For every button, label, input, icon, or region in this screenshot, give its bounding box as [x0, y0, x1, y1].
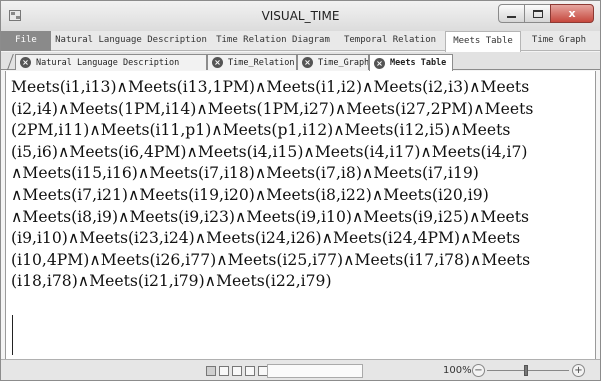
doc-tab-time-graph[interactable]: × Time_Graph — [297, 54, 369, 70]
status-bar: 100% − + — [1, 359, 600, 380]
doc-tab-label: Meets Table — [390, 58, 447, 68]
meets-relations-text[interactable]: Meets(i1,i13)∧Meets(i13,1PM)∧Meets(i1,i2… — [11, 77, 591, 293]
zoom-level[interactable]: 100% — [443, 365, 472, 376]
tab-time-relation-diagram[interactable]: Time Relation Diagram — [211, 31, 335, 51]
doc-tab-label: Time_Relation — [228, 57, 295, 68]
tab-natural-language-description[interactable]: Natural Language Description — [51, 31, 211, 51]
zoom-in-button[interactable]: + — [572, 364, 585, 377]
outline-icon[interactable] — [245, 366, 255, 376]
zoom-out-button[interactable]: − — [472, 364, 485, 377]
close-button[interactable]: x — [550, 4, 594, 23]
tab-file[interactable]: File — [1, 31, 51, 51]
document-tabs: × Natural Language Description × Time_Re… — [1, 52, 600, 71]
tab-temporal-relation[interactable]: Temporal Relation — [335, 31, 445, 51]
ribbon-tabs: File Natural Language Description Time R… — [1, 31, 600, 52]
tab-meets-table[interactable]: Meets Table — [445, 31, 521, 52]
maximize-button[interactable] — [524, 4, 551, 23]
meets-table-panel[interactable]: Meets(i1,i13)∧Meets(i13,1PM)∧Meets(i1,i2… — [5, 71, 596, 359]
close-tab-icon[interactable]: × — [212, 57, 223, 68]
maximize-icon — [532, 9, 543, 18]
tab-time-graph[interactable]: Time Graph — [521, 31, 597, 51]
minimize-icon — [507, 15, 516, 18]
print-layout-icon[interactable] — [206, 366, 216, 376]
minimize-button[interactable] — [498, 4, 525, 23]
title-bar[interactable]: VISUAL_TIME x — [1, 1, 600, 31]
close-tab-icon[interactable]: × — [374, 57, 385, 69]
doc-tab-label: Time_Graph — [318, 57, 369, 68]
window-controls: x — [498, 4, 594, 23]
status-field — [267, 364, 363, 378]
close-tab-icon[interactable]: × — [302, 57, 313, 68]
text-caret — [12, 315, 13, 355]
zoom-slider-track[interactable] — [487, 370, 569, 371]
zoom-slider-thumb[interactable] — [524, 365, 528, 376]
doc-tab-meets-table[interactable]: × Meets Table — [369, 54, 453, 71]
view-mode-buttons — [206, 366, 271, 376]
doc-tab-time-relation[interactable]: × Time_Relation — [207, 54, 297, 70]
full-screen-icon[interactable] — [219, 366, 229, 376]
doc-tab-label: Natural Language Description — [36, 57, 180, 68]
doc-tab-natural-language-description[interactable]: × Natural Language Description — [15, 54, 207, 70]
web-layout-icon[interactable] — [232, 366, 242, 376]
close-tab-icon[interactable]: × — [20, 57, 31, 68]
close-icon: x — [568, 7, 576, 20]
app-window: VISUAL_TIME x File Natural Language Desc… — [0, 0, 601, 381]
